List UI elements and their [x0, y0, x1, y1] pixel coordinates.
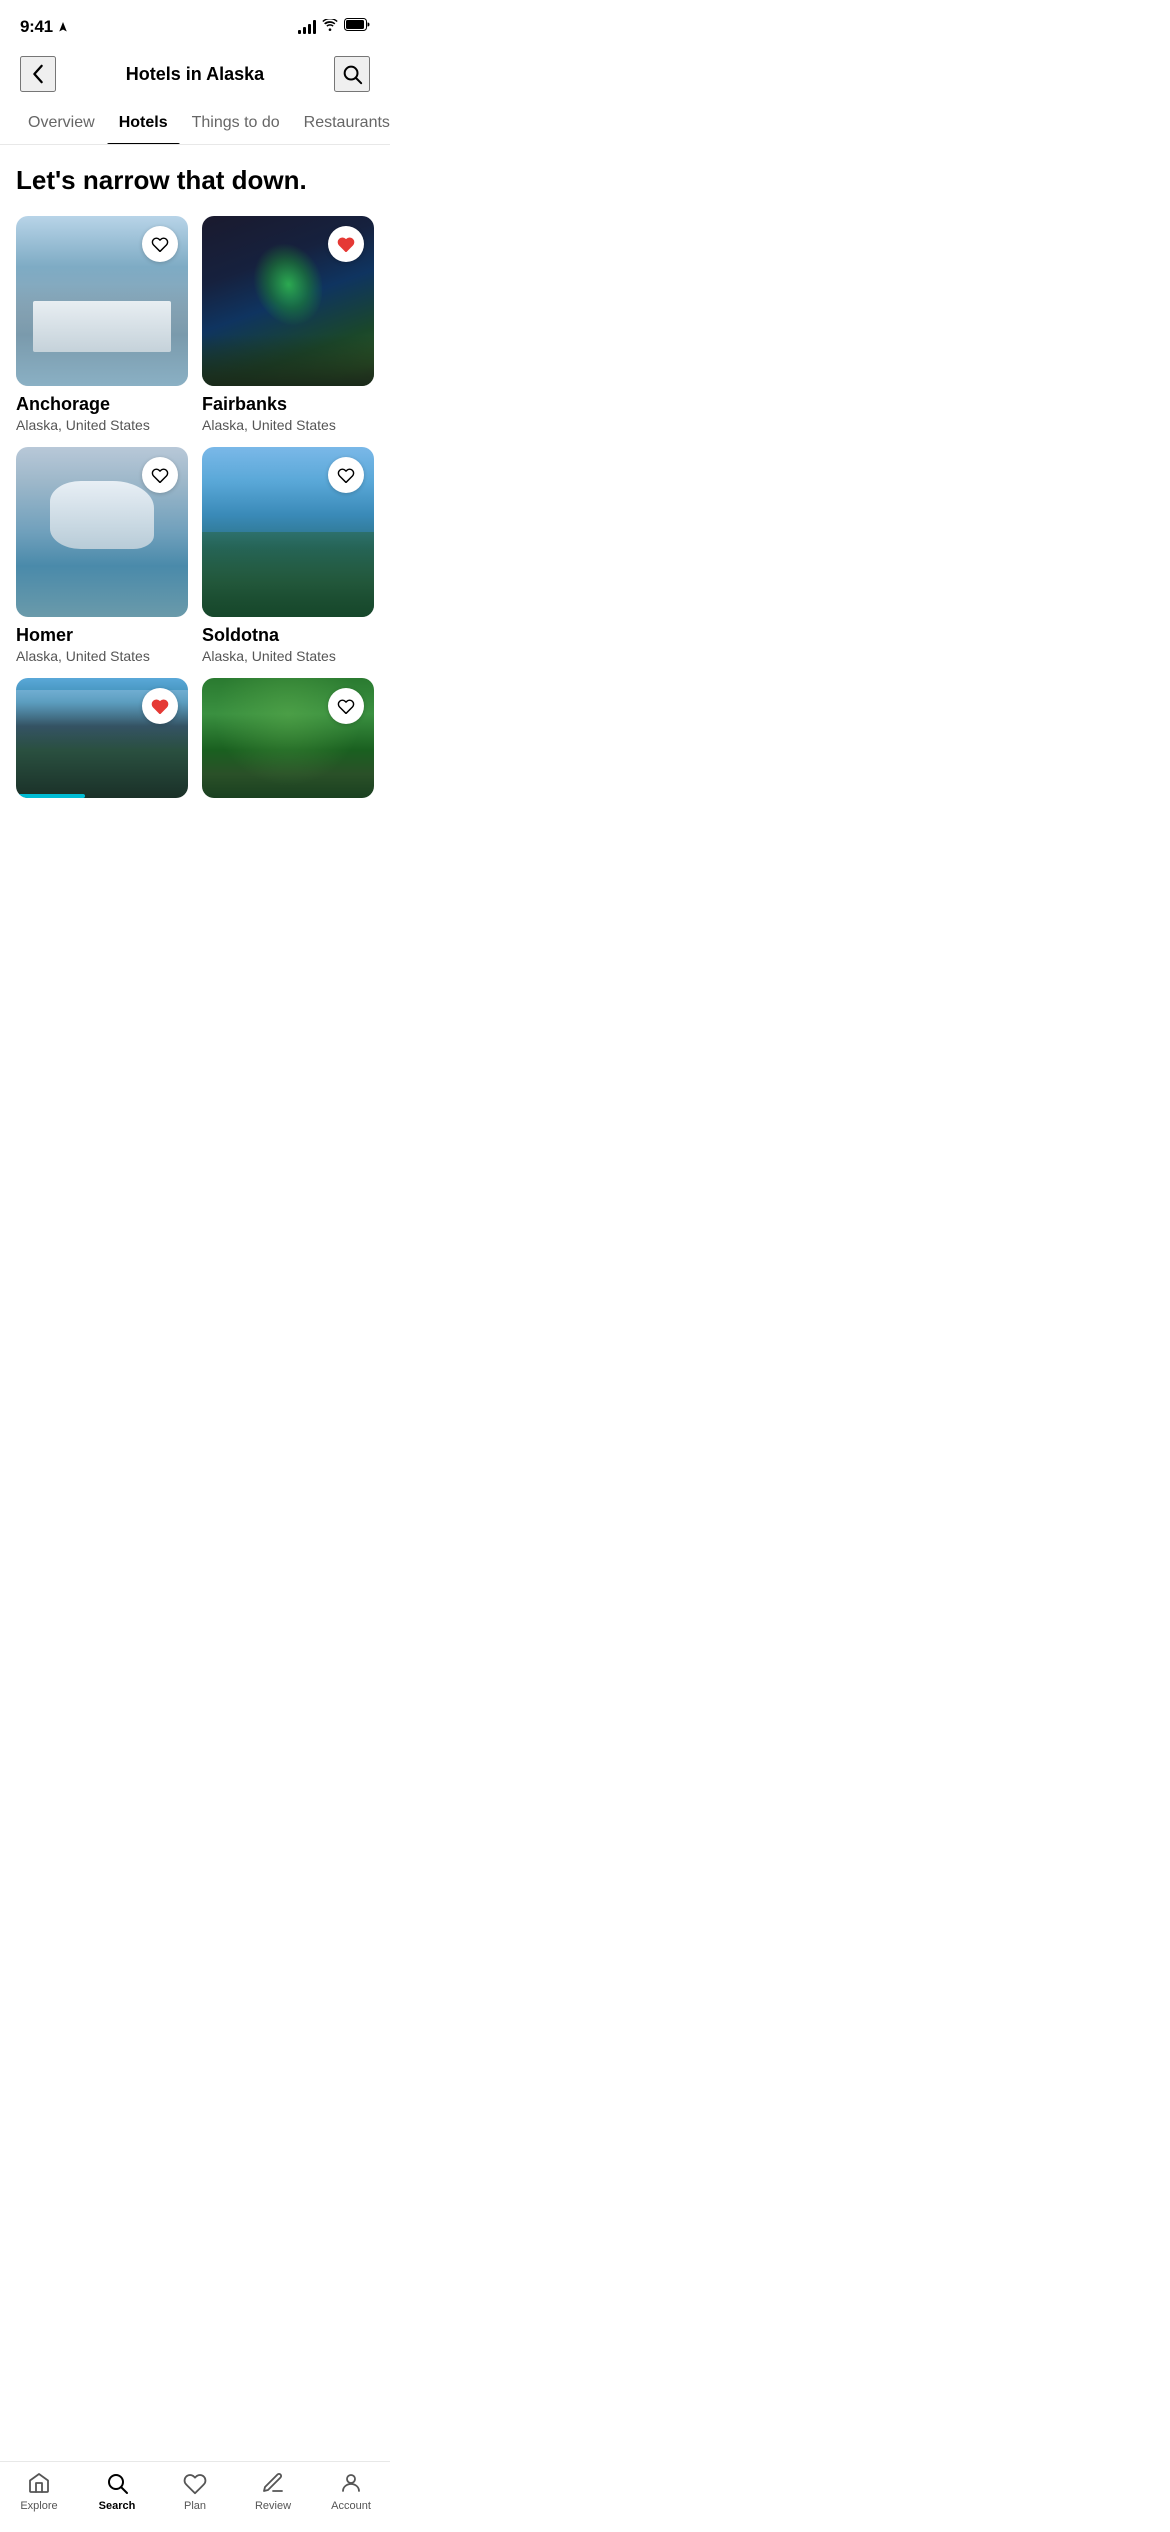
search-icon [104, 2470, 130, 2496]
wifi-icon [322, 18, 338, 36]
nav-explore[interactable]: Explore [0, 2470, 78, 2512]
card-fairbanks-image [202, 216, 374, 386]
card-anchorage[interactable]: Anchorage Alaska, United States [16, 216, 188, 433]
home-icon [26, 2470, 52, 2496]
card-homer[interactable]: Homer Alaska, United States [16, 447, 188, 664]
soldotna-name: Soldotna [202, 625, 374, 646]
header-search-button[interactable] [334, 56, 370, 92]
anchorage-subtitle: Alaska, United States [16, 417, 188, 433]
card-6-image [202, 678, 374, 798]
status-time: 9:41 [20, 17, 53, 37]
card-homer-image [16, 447, 188, 617]
homer-favorite-button[interactable] [142, 457, 178, 493]
heart-icon [182, 2470, 208, 2496]
homer-subtitle: Alaska, United States [16, 648, 188, 664]
card5-favorite-button[interactable] [142, 688, 178, 724]
nav-account-label: Account [331, 2500, 371, 2512]
nav-search[interactable]: Search [78, 2470, 156, 2512]
fairbanks-favorite-button[interactable] [328, 226, 364, 262]
homer-name: Homer [16, 625, 188, 646]
destinations-grid: Anchorage Alaska, United States Fairbank… [16, 216, 374, 798]
status-bar: 9:41 [0, 0, 390, 48]
card-soldotna-image [202, 447, 374, 617]
nav-search-label: Search [99, 2500, 136, 2512]
pencil-icon [260, 2470, 286, 2496]
tab-restaurants[interactable]: Restaurants [292, 104, 390, 144]
person-icon [338, 2470, 364, 2496]
tab-hotels[interactable]: Hotels [107, 104, 180, 144]
anchorage-name: Anchorage [16, 394, 188, 415]
nav-review[interactable]: Review [234, 2470, 312, 2512]
section-title: Let's narrow that down. [16, 165, 374, 196]
card-soldotna[interactable]: Soldotna Alaska, United States [202, 447, 374, 664]
nav-plan-label: Plan [184, 2500, 206, 2512]
card6-favorite-button[interactable] [328, 688, 364, 724]
fairbanks-name: Fairbanks [202, 394, 374, 415]
card-fairbanks[interactable]: Fairbanks Alaska, United States [202, 216, 374, 433]
card-6[interactable] [202, 678, 374, 798]
tab-things-to-do[interactable]: Things to do [180, 104, 292, 144]
nav-account[interactable]: Account [312, 2470, 390, 2512]
bottom-navigation: Explore Search Plan Review [0, 2461, 390, 2532]
nav-review-label: Review [255, 2500, 291, 2512]
card-anchorage-image [16, 216, 188, 386]
status-icons [298, 18, 370, 36]
soldotna-subtitle: Alaska, United States [202, 648, 374, 664]
page-title: Hotels in Alaska [126, 64, 264, 85]
anchorage-favorite-button[interactable] [142, 226, 178, 262]
header: Hotels in Alaska [0, 48, 390, 104]
fairbanks-subtitle: Alaska, United States [202, 417, 374, 433]
card-5[interactable] [16, 678, 188, 798]
signal-icon [298, 20, 316, 34]
main-content: Let's narrow that down. Anchorage Alaska… [0, 145, 390, 908]
back-button[interactable] [20, 56, 56, 92]
soldotna-favorite-button[interactable] [328, 457, 364, 493]
location-arrow-icon [57, 21, 69, 33]
nav-explore-label: Explore [20, 2500, 57, 2512]
nav-plan[interactable]: Plan [156, 2470, 234, 2512]
tab-overview[interactable]: Overview [16, 104, 107, 144]
battery-icon [344, 18, 370, 36]
tabs: Overview Hotels Things to do Restaurants [0, 104, 390, 145]
card-5-image [16, 678, 188, 798]
